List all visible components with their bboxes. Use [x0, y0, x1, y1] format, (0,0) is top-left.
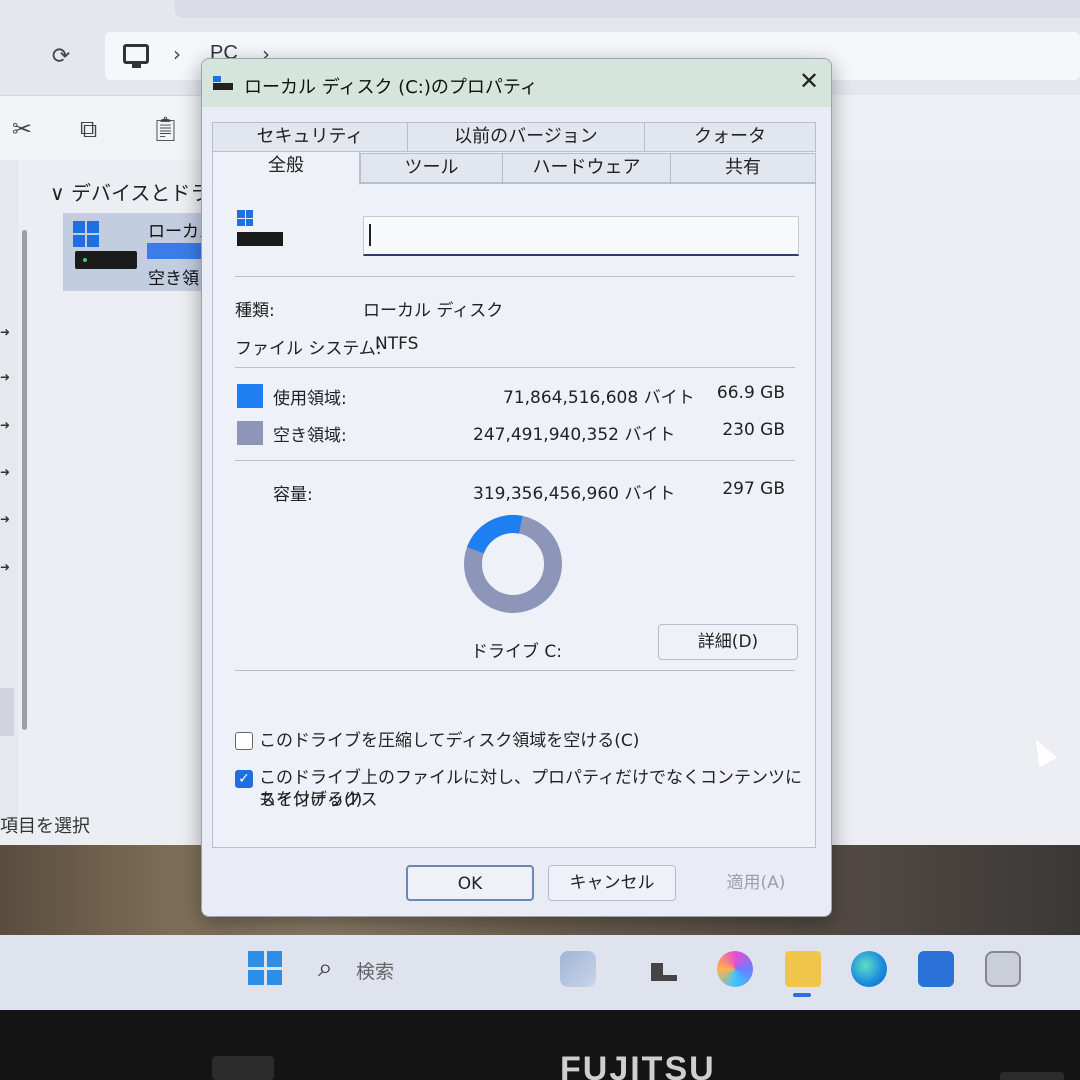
capacity-size: 297 GB — [722, 479, 785, 499]
volume-label-input[interactable] — [363, 216, 799, 256]
drive-icon — [237, 210, 285, 250]
type-value: ローカル ディスク — [363, 301, 504, 321]
ok-button[interactable]: OK — [406, 865, 534, 901]
pin-icon: ➜ — [0, 325, 11, 339]
search-icon[interactable]: ⌕ — [318, 953, 333, 984]
divider — [235, 670, 795, 671]
close-icon[interactable]: ✕ — [794, 67, 824, 95]
free-space-label: 空き領域: — [273, 426, 347, 446]
edge-icon[interactable] — [851, 951, 887, 987]
divider — [235, 276, 795, 277]
copy-icon[interactable]: ⧉ — [80, 115, 97, 143]
chevron-down-icon: ∨ — [50, 181, 71, 205]
hinge — [212, 1056, 274, 1080]
store-icon[interactable] — [918, 951, 954, 987]
details-button[interactable]: 詳細(D) — [658, 624, 798, 660]
cut-icon[interactable]: ✂ — [12, 115, 32, 143]
scrollbar[interactable] — [22, 230, 27, 730]
dialog-titlebar[interactable]: ローカル ディスク (C:)のプロパティ ✕ — [202, 59, 831, 107]
drive-c-tile[interactable]: ローカル 空き領 — [63, 213, 216, 291]
status-bar-text: 項目を選択 — [0, 816, 90, 837]
laptop-bezel: FUJITSU — [0, 1010, 1080, 1080]
used-space-label: 使用領域: — [273, 389, 347, 409]
nav-selected-item[interactable] — [0, 688, 14, 736]
capacity-bytes: 319,356,456,960 バイト — [473, 484, 676, 504]
chevron-right-icon: › — [173, 42, 181, 66]
used-space-size: 66.9 GB — [716, 383, 785, 403]
general-tab-panel: 種類: ローカル ディスク ファイル システム: NTFS 使用領域: 71,8… — [212, 183, 816, 848]
properties-dialog: ローカル ディスク (C:)のプロパティ ✕ セキュリティ 以前のバージョン ク… — [201, 58, 832, 917]
index-checkbox[interactable]: ✓ — [235, 770, 253, 788]
tab-hardware[interactable]: ハードウェア — [502, 153, 671, 183]
type-label: 種類: — [235, 301, 275, 321]
refresh-icon[interactable]: ⟳ — [44, 40, 78, 74]
start-icon[interactable] — [248, 951, 282, 985]
copilot-icon[interactable] — [717, 951, 753, 987]
windows-icon — [73, 221, 99, 247]
capacity-label: 容量: — [273, 485, 313, 505]
task-view-icon[interactable] — [647, 951, 683, 987]
pin-icon: ➜ — [0, 512, 11, 526]
disk-usage-donut — [464, 515, 562, 613]
divider — [235, 367, 795, 368]
drive-icon — [213, 76, 233, 90]
command-bar-right — [830, 95, 1080, 160]
taskbar-search[interactable]: 検索 — [356, 957, 394, 984]
active-app-indicator — [793, 993, 811, 997]
dialog-title: ローカル ディスク (C:)のプロパティ — [244, 77, 538, 98]
app-icon[interactable] — [985, 951, 1021, 987]
tab-security[interactable]: セキュリティ — [212, 122, 408, 152]
divider — [235, 460, 795, 461]
tab-quota[interactable]: クォータ — [644, 122, 816, 152]
filesystem-value: NTFS — [375, 334, 419, 354]
free-space-bytes: 247,491,940,352 バイト — [473, 425, 676, 445]
taskbar: ⌕ 検索 — [0, 935, 1080, 1010]
compress-label[interactable]: このドライブを圧縮してディスク領域を空ける(C) — [259, 730, 639, 752]
drive-free-text: 空き領 — [148, 269, 199, 289]
tab-sharing[interactable]: 共有 — [670, 153, 816, 183]
pin-icon: ➜ — [0, 465, 11, 479]
text-caret — [369, 224, 371, 246]
free-space-size: 230 GB — [722, 420, 785, 440]
index-label-line2[interactable]: スを付ける(I) — [259, 789, 362, 811]
tab-previous-versions[interactable]: 以前のバージョン — [407, 122, 645, 152]
widgets-icon[interactable] — [560, 951, 596, 987]
pin-icon: ➜ — [0, 560, 11, 574]
drive-caption: ドライブ C: — [471, 642, 563, 662]
hinge — [1000, 1072, 1064, 1080]
drive-icon — [75, 251, 137, 269]
pc-icon — [123, 44, 149, 68]
pin-icon: ➜ — [0, 370, 11, 384]
used-space-swatch — [237, 384, 263, 408]
tab-tools[interactable]: ツール — [360, 153, 503, 183]
free-space-swatch — [237, 421, 263, 445]
cancel-button[interactable]: キャンセル — [548, 865, 676, 901]
brand-logo: FUJITSU — [560, 1050, 716, 1080]
apply-button[interactable]: 適用(A) — [692, 865, 820, 901]
pin-icon: ➜ — [0, 418, 11, 432]
tab-general[interactable]: 全般 — [212, 151, 360, 185]
compress-checkbox[interactable] — [235, 732, 253, 750]
used-space-bytes: 71,864,516,608 バイト — [503, 388, 695, 408]
filesystem-label: ファイル システム: — [235, 339, 382, 359]
paste-icon[interactable]: 📋︎ — [150, 115, 180, 143]
explorer-tabstrip — [175, 0, 1080, 18]
file-explorer-icon[interactable] — [785, 951, 821, 987]
